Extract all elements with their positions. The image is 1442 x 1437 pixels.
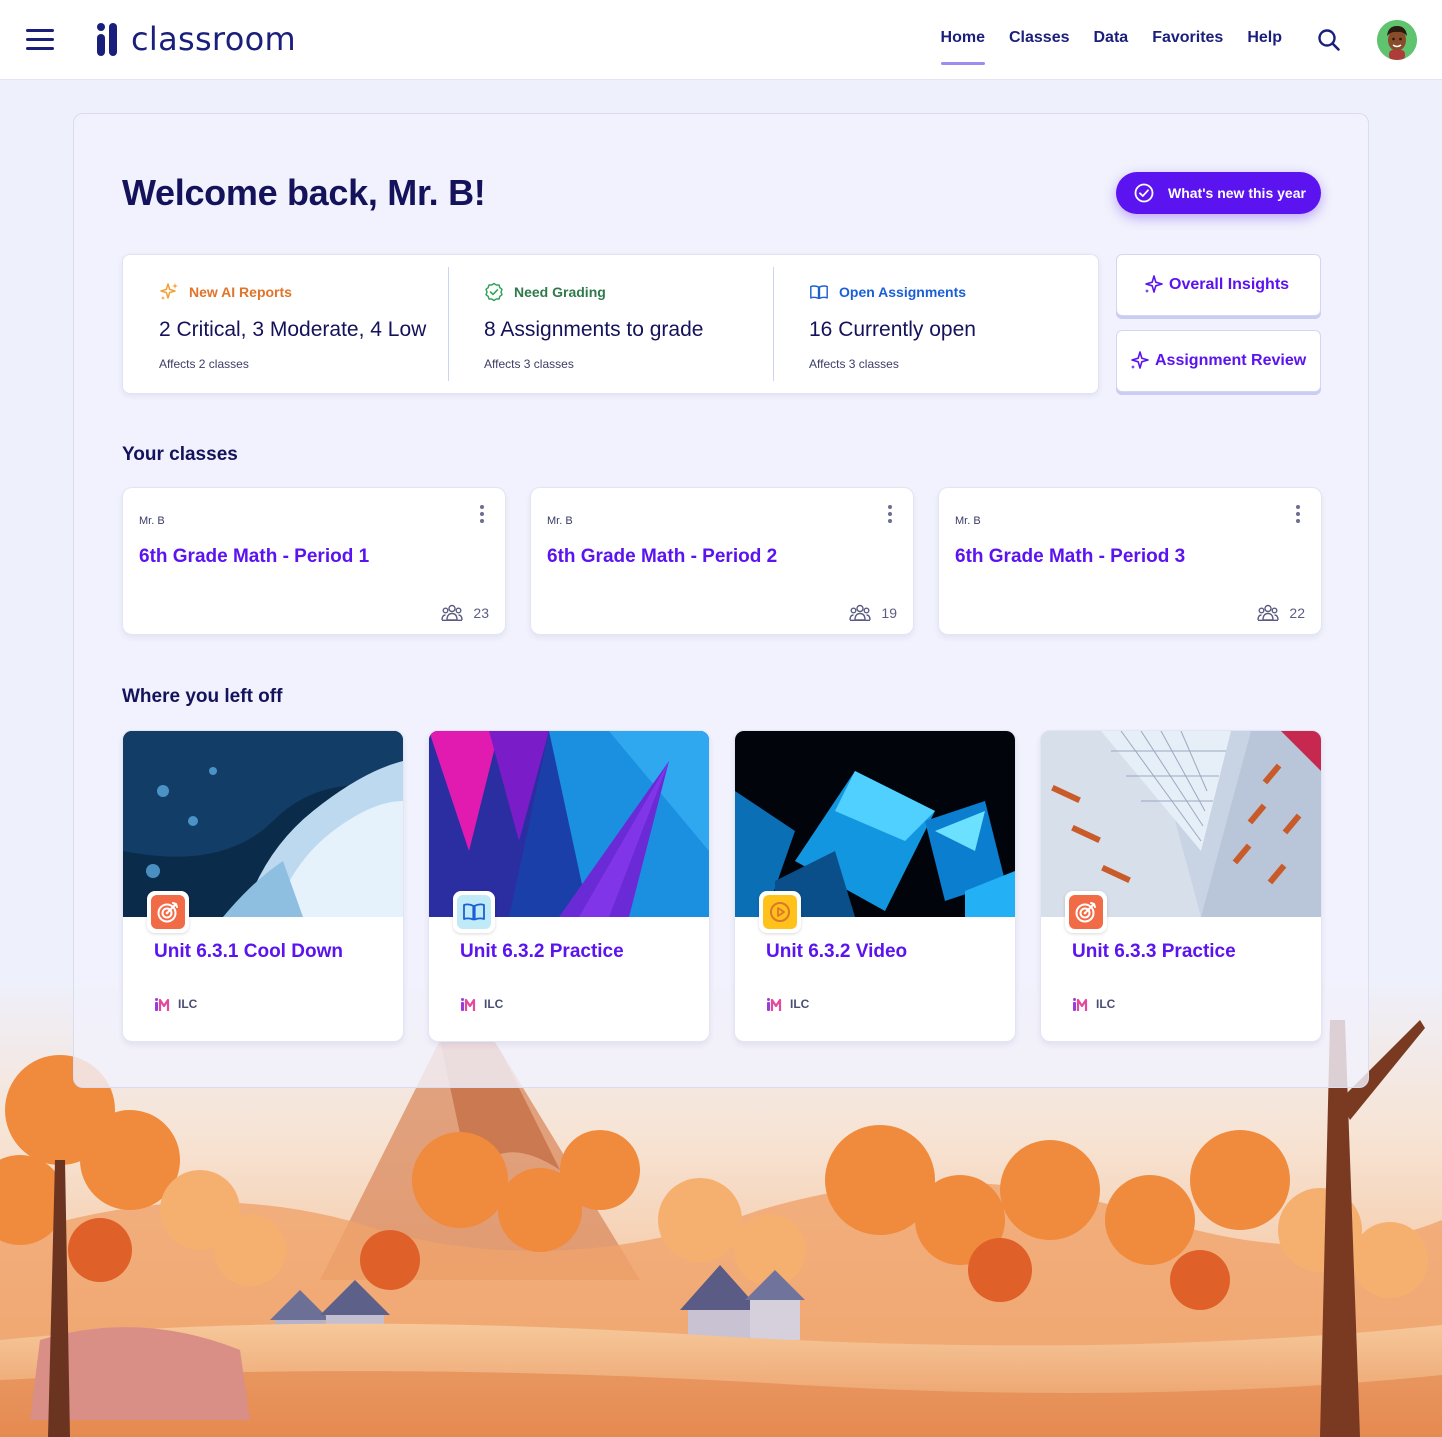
welcome-title: Welcome back, Mr. B! [122,172,486,213]
hamburger-menu-icon[interactable] [26,27,56,51]
stat-title: New AI Reports [189,284,292,300]
book-icon [810,285,828,300]
resource-card[interactable]: Unit 6.3.2 Practice ILC [428,730,710,1042]
stat-title: Need Grading [514,284,606,300]
search-icon[interactable] [1316,27,1342,53]
resource-card[interactable]: Unit 6.3.1 Cool Down ILC [122,730,404,1042]
resource-name: Unit 6.3.2 Practice [460,941,624,962]
summary-stats: New AI Reports 2 Critical, 3 Moderate, 4… [122,254,1099,394]
stat-ai-reports[interactable]: New AI Reports 2 Critical, 3 Moderate, 4… [123,255,448,393]
resource-name: Unit 6.3.2 Video [766,941,908,962]
student-count: 23 [441,604,489,622]
nav-favorites[interactable]: Favorites [1152,29,1223,65]
your-classes-heading: Your classes [122,444,238,465]
overall-insights-button[interactable]: Overall Insights [1116,254,1321,316]
more-options-icon[interactable] [477,505,487,525]
assignment-review-button[interactable]: Assignment Review [1116,330,1321,392]
play-icon [770,902,790,922]
overall-insights-label: Overall Insights [1169,276,1290,293]
class-name: 6th Grade Math - Period 1 [139,546,370,567]
logo-mark-icon [95,20,123,60]
publisher-logo-icon [461,998,476,1011]
resource-type-badge [147,891,189,933]
check-badge-icon [485,282,503,302]
student-count-value: 23 [473,605,489,621]
whats-new-button[interactable]: What's new this year [1116,172,1321,214]
publisher-logo-icon [767,998,782,1011]
publisher-name: ILC [790,997,810,1011]
user-avatar[interactable] [1377,20,1417,60]
app-logo[interactable]: classroom [95,20,296,60]
stat-value: 2 Critical, 3 Moderate, 4 Low [159,318,427,341]
student-count-value: 22 [1289,605,1305,621]
assignment-review-label: Assignment Review [1155,352,1307,369]
publisher-name: ILC [178,997,198,1011]
resource-publisher: ILC [460,996,503,1012]
resource-type-badge [453,891,495,933]
resource-thumbnail [429,731,709,917]
stat-header: Open Assignments [809,281,1098,303]
nav-data[interactable]: Data [1094,29,1129,65]
publisher-name: ILC [1096,997,1116,1011]
resource-type-badge [759,891,801,933]
class-name: 6th Grade Math - Period 2 [547,546,778,567]
stat-subtext: Affects 2 classes [159,357,249,371]
resource-name: Unit 6.3.1 Cool Down [154,941,343,962]
resource-card[interactable]: Unit 6.3.2 Video ILC [734,730,1016,1042]
resource-publisher: ILC [1072,996,1115,1012]
class-name: 6th Grade Math - Period 3 [955,546,1186,567]
resource-publisher: ILC [766,996,809,1012]
stat-value: 8 Assignments to grade [484,318,704,341]
class-teacher: Mr. B [547,515,573,527]
nav-help[interactable]: Help [1247,29,1282,65]
stat-header: Need Grading [484,281,773,303]
resource-type-badge [1065,891,1107,933]
stat-subtext: Affects 3 classes [484,357,574,371]
students-icon [849,604,872,621]
stat-subtext: Affects 3 classes [809,357,899,371]
whats-new-label: What's new this year [1168,185,1306,201]
sparkle-icon [160,283,178,300]
resource-publisher: ILC [154,996,197,1012]
class-card[interactable]: Mr. B 6th Grade Math - Period 1 23 [122,487,506,635]
top-bar: classroom Home Classes Data Favorites He… [0,0,1442,80]
resource-thumbnail [1041,731,1321,917]
class-teacher: Mr. B [139,515,165,527]
publisher-name: ILC [484,997,504,1011]
stat-header: New AI Reports [159,281,448,303]
students-icon [1257,604,1280,621]
check-circle-icon [1134,183,1154,203]
sparkle-icon [1131,351,1149,369]
more-options-icon[interactable] [1293,505,1303,525]
stat-title: Open Assignments [839,284,967,300]
resource-card[interactable]: Unit 6.3.3 Practice ILC [1040,730,1322,1042]
publisher-logo-icon [1073,998,1088,1011]
resource-thumbnail [123,731,403,917]
student-count: 19 [849,604,897,622]
students-icon [441,604,464,621]
class-teacher: Mr. B [955,515,981,527]
student-count: 22 [1257,604,1305,622]
where-you-left-off-heading: Where you left off [122,686,283,707]
stat-need-grading[interactable]: Need Grading 8 Assignments to grade Affe… [448,255,773,393]
sparkle-icon [1145,275,1163,293]
nav-home[interactable]: Home [940,29,986,65]
stat-open-assignments[interactable]: Open Assignments 16 Currently open Affec… [773,255,1098,393]
main-nav: Home Classes Data Favorites Help [917,29,1282,65]
more-options-icon[interactable] [885,505,895,525]
nav-classes[interactable]: Classes [1009,29,1070,65]
stat-value: 16 Currently open [809,318,976,341]
logo-text: classroom [131,20,296,58]
publisher-logo-icon [155,998,170,1011]
student-count-value: 19 [881,605,897,621]
target-icon [157,902,178,923]
class-card[interactable]: Mr. B 6th Grade Math - Period 3 22 [938,487,1322,635]
book-icon [463,903,485,921]
class-card[interactable]: Mr. B 6th Grade Math - Period 2 19 [530,487,914,635]
dashboard-panel: Welcome back, Mr. B! What's new this yea… [73,113,1369,1088]
resource-name: Unit 6.3.3 Practice [1072,941,1236,962]
target-icon [1075,902,1096,923]
resource-thumbnail [735,731,1015,917]
